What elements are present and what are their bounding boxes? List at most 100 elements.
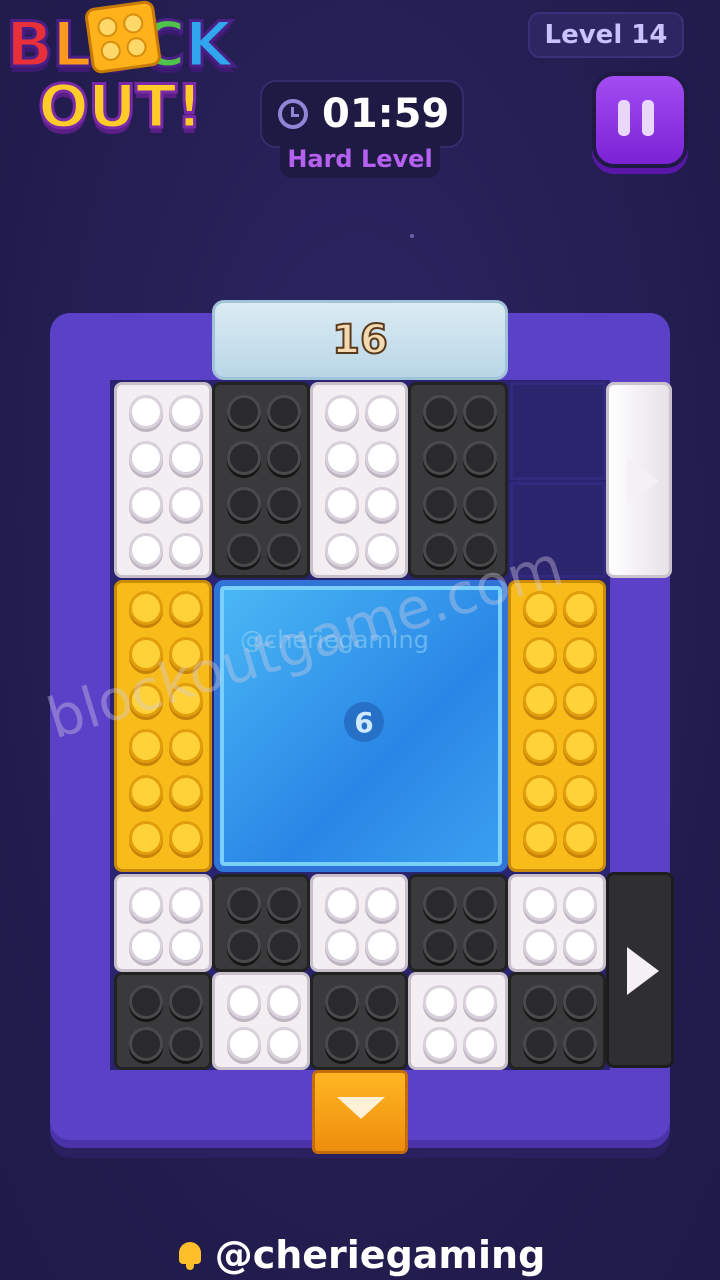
level-badge: Level 14 (528, 12, 684, 58)
block-stud (169, 487, 203, 521)
channel-handle: @cheriegaming (214, 1233, 546, 1277)
block-stud (523, 985, 557, 1019)
black-block[interactable] (212, 382, 310, 578)
white-block[interactable] (310, 874, 408, 972)
footer-credit: @cheriegaming (0, 1230, 720, 1280)
block-stud (325, 887, 359, 921)
block-stud (129, 887, 163, 921)
white-block[interactable] (408, 972, 508, 1070)
yellow-exit-gate (312, 1070, 408, 1154)
block-stud (169, 533, 203, 567)
block-stud (523, 887, 557, 921)
arrow-down-icon (337, 1097, 385, 1119)
block-stud (227, 441, 261, 475)
block-stud (169, 775, 203, 809)
arrow-right-icon (627, 457, 659, 505)
block-stud (523, 775, 557, 809)
block-stud (129, 985, 163, 1019)
black-block[interactable] (310, 972, 408, 1070)
black-block[interactable] (408, 874, 508, 972)
block-stud (267, 929, 301, 963)
block-stud (325, 929, 359, 963)
block-stud (227, 929, 261, 963)
black-block[interactable] (408, 382, 508, 578)
block-stud (169, 395, 203, 429)
block-stud (129, 395, 163, 429)
arrow-right-icon (627, 947, 659, 995)
block-stud (365, 533, 399, 567)
clock-icon (278, 99, 308, 129)
block-stud (129, 729, 163, 763)
block-stud (423, 533, 457, 567)
block-stud (365, 487, 399, 521)
block-stud (325, 985, 359, 1019)
block-stud (227, 533, 261, 567)
block-stud (325, 395, 359, 429)
block-stud (227, 487, 261, 521)
block-stud (267, 985, 301, 1019)
block-stud (325, 487, 359, 521)
block-stud (267, 395, 301, 429)
block-stud (563, 887, 597, 921)
block-stud (563, 985, 597, 1019)
block-stud (423, 441, 457, 475)
block-stud (365, 985, 399, 1019)
timer-text: 01:59 (322, 91, 450, 137)
logo-lego-block (83, 0, 163, 75)
block-stud (365, 887, 399, 921)
block-stud (463, 985, 497, 1019)
block-stud (365, 441, 399, 475)
block-stud (523, 683, 557, 717)
block-stud (129, 821, 163, 855)
white-block[interactable] (508, 874, 606, 972)
pause-button[interactable] (592, 72, 688, 168)
yellow-block[interactable] (508, 580, 606, 872)
block-stud (267, 487, 301, 521)
white-block[interactable] (310, 382, 408, 578)
empty-cell (510, 382, 606, 480)
black-block[interactable] (212, 874, 310, 972)
block-stud (325, 533, 359, 567)
white-block[interactable] (212, 972, 310, 1070)
block-stud (169, 821, 203, 855)
logo-title-line2: OUT! (36, 71, 204, 144)
white-block[interactable] (114, 382, 212, 578)
block-stud (423, 395, 457, 429)
white-block[interactable] (114, 874, 212, 972)
block-stud (267, 887, 301, 921)
block-stud (227, 395, 261, 429)
game-logo: BLOCK OUT! (0, 0, 265, 160)
block-stud (463, 487, 497, 521)
block-stud (169, 729, 203, 763)
decorative-dot (410, 234, 414, 238)
block-stud (523, 821, 557, 855)
block-stud (463, 929, 497, 963)
timer: 01:59 (260, 80, 464, 148)
block-stud (365, 929, 399, 963)
block-stud (523, 929, 557, 963)
block-stud (169, 985, 203, 1019)
block-stud (169, 929, 203, 963)
block-stud (523, 637, 557, 671)
block-stud (169, 591, 203, 625)
block-stud (365, 395, 399, 429)
block-stud (227, 985, 261, 1019)
block-stud (267, 533, 301, 567)
block-stud (563, 729, 597, 763)
block-stud (325, 1027, 359, 1061)
block-stud (325, 441, 359, 475)
bell-icon (175, 1240, 205, 1270)
black-block[interactable] (508, 972, 606, 1070)
block-stud (129, 929, 163, 963)
block-stud (129, 533, 163, 567)
block-stud (267, 441, 301, 475)
block-stud (423, 929, 457, 963)
blue-block-counter: 6 (344, 702, 384, 742)
block-stud (227, 1027, 261, 1061)
block-stud (129, 1027, 163, 1061)
block-stud (563, 821, 597, 855)
black-block[interactable] (114, 972, 212, 1070)
block-stud (563, 683, 597, 717)
block-stud (563, 775, 597, 809)
block-stud (523, 1027, 557, 1061)
